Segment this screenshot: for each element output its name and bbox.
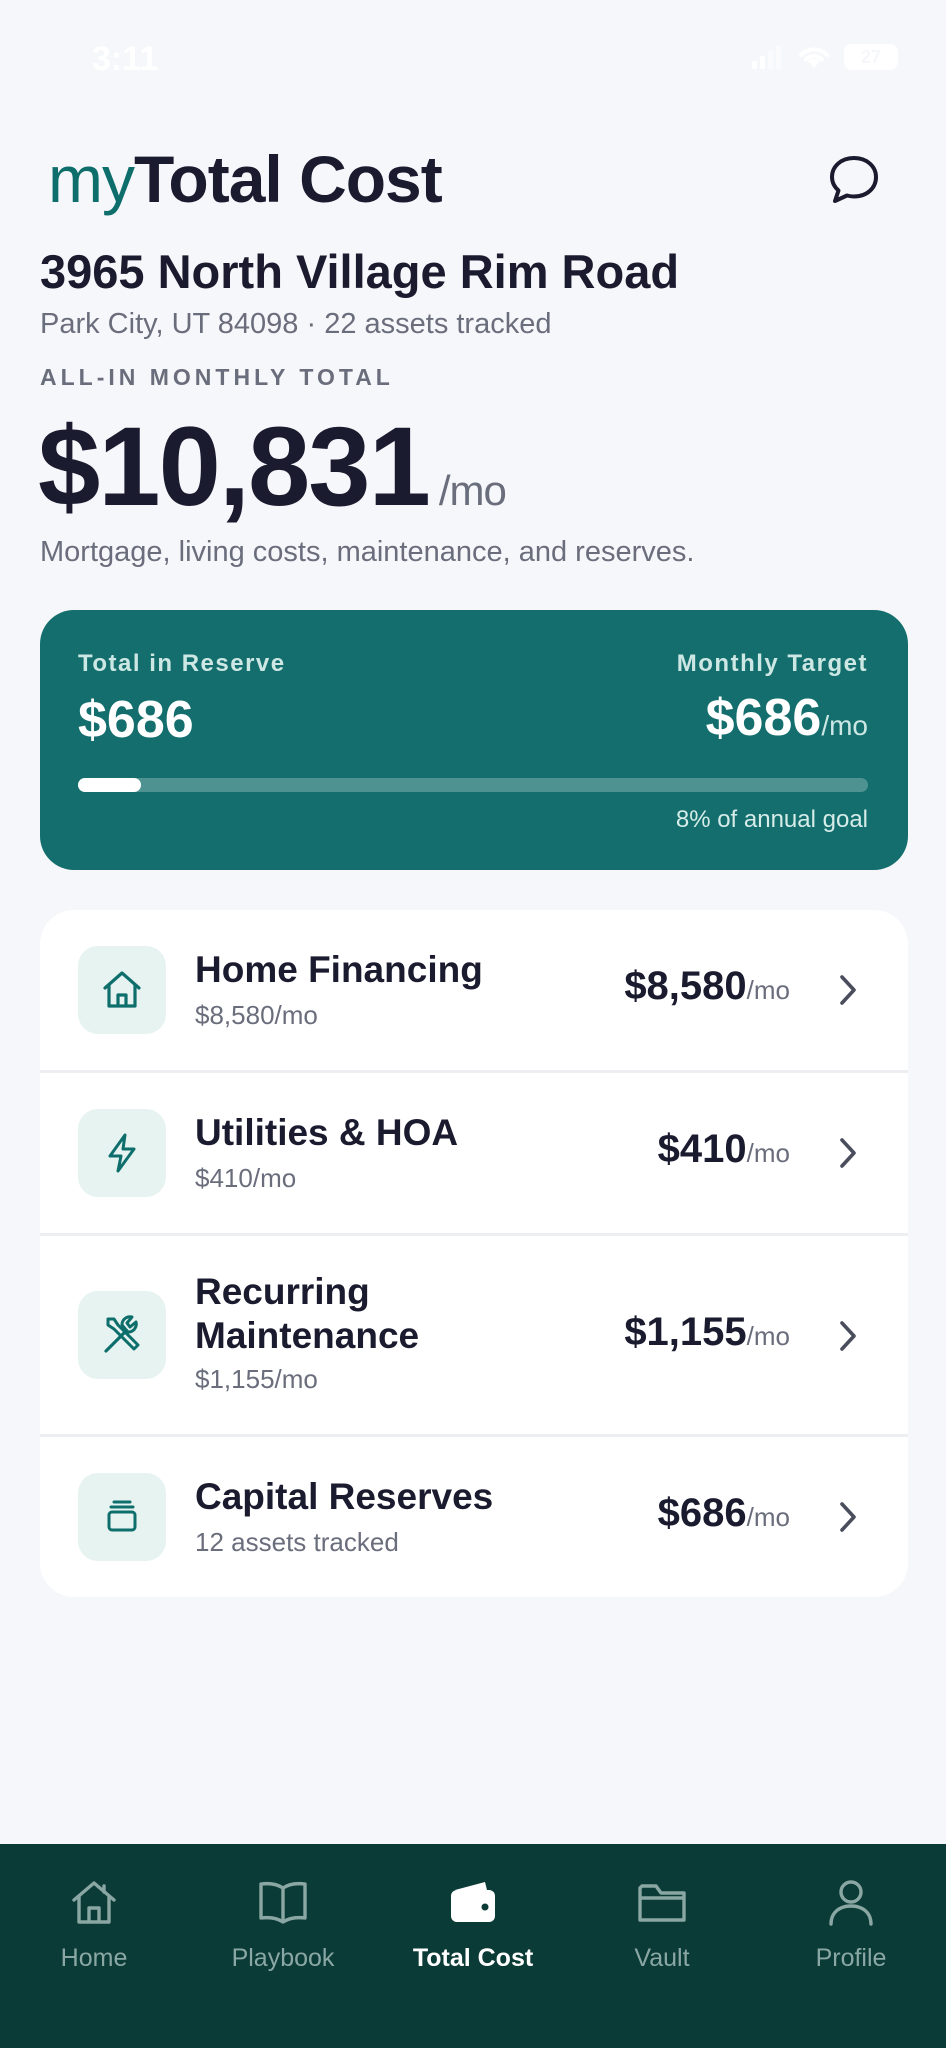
battery-icon: 27 <box>844 44 898 70</box>
battery-level: 27 <box>860 46 882 67</box>
row-subtitle: $1,155/mo <box>195 1364 318 1394</box>
signal-icon <box>752 46 781 69</box>
monthly-target-unit: /mo <box>821 710 868 741</box>
status-time: 3:11 <box>92 40 159 78</box>
chevron-right-icon <box>840 1502 856 1532</box>
row-title: Utilities & HOA <box>195 1112 459 1153</box>
wifi-icon <box>799 47 829 68</box>
person-icon <box>829 1880 873 1926</box>
row-amount: $1,155 /mo <box>624 1310 790 1355</box>
monthly-total-label: ALL-IN MONTHLY TOTAL <box>40 364 394 390</box>
tools-icon <box>78 1291 166 1379</box>
brand-prefix: my <box>48 142 135 216</box>
tab-vault[interactable]: Vault <box>572 1874 752 1973</box>
row-amount-unit: /mo <box>746 1321 790 1351</box>
property-location: Park City, UT 84098 · 22 assets tracked <box>40 308 552 340</box>
tab-label: Profile <box>815 1944 887 1972</box>
tab-label: Total Cost <box>412 1944 534 1972</box>
chevron-right-icon <box>840 1321 856 1351</box>
row-amount-value: $8,580 <box>624 964 747 1008</box>
tab-label: Playbook <box>231 1944 335 1972</box>
row-title-line2: Maintenance <box>195 1315 420 1356</box>
brand-name: Total Cost <box>133 142 443 216</box>
row-subtitle: $8,580/mo <box>195 1000 318 1030</box>
row-title: Recurring Maintenance <box>195 1270 419 1358</box>
row-amount-unit: /mo <box>746 1138 790 1168</box>
bottom-tab-bar: Home Playbook Total Cost Vault Profile <box>0 1844 946 2048</box>
tab-total-cost[interactable]: Total Cost <box>383 1874 563 1973</box>
row-title: Capital Reserves <box>195 1476 494 1517</box>
chat-bubble-icon[interactable] <box>826 152 882 208</box>
row-amount: $8,580 /mo <box>624 964 790 1009</box>
stack-icon <box>78 1473 166 1561</box>
monthly-total-amount: $10,831 /mo <box>38 402 507 531</box>
tab-profile[interactable]: Profile <box>761 1874 941 1973</box>
row-amount-value: $410 <box>657 1127 747 1171</box>
tab-label: Vault <box>634 1944 690 1972</box>
reserve-card[interactable]: Total in Reserve $686 Monthly Target $68… <box>40 610 908 870</box>
row-subtitle: 12 assets tracked <box>195 1527 399 1557</box>
row-amount-value: $1,155 <box>624 1310 747 1354</box>
cost-row-capital-reserves[interactable]: Capital Reserves 12 assets tracked $686 … <box>40 1437 908 1597</box>
lightning-icon <box>78 1109 166 1197</box>
cost-row-utilities-hoa[interactable]: Utilities & HOA $410/mo $410 /mo <box>40 1073 908 1236</box>
folder-icon <box>638 1884 686 1922</box>
row-title-line1: Recurring <box>195 1271 370 1312</box>
reserve-progress-bar <box>78 778 868 792</box>
row-amount-unit: /mo <box>746 975 790 1005</box>
house-icon <box>78 946 166 1034</box>
monthly-target-value: $686 <box>705 689 822 747</box>
cost-category-list: Home Financing $8,580/mo $8,580 /mo Util… <box>40 910 908 1597</box>
reserve-progress-caption: 8% of annual goal <box>675 806 868 833</box>
home-icon <box>72 1881 116 1924</box>
row-amount-value: $686 <box>657 1491 747 1535</box>
cost-row-home-financing[interactable]: Home Financing $8,580/mo $8,580 /mo <box>40 910 908 1073</box>
reserve-total-value: $686 <box>78 691 194 749</box>
wallet-icon <box>451 1882 495 1922</box>
monthly-target-amount: $686 /mo <box>706 688 868 748</box>
monthly-total-value: $10,831 <box>38 404 431 529</box>
tab-home[interactable]: Home <box>4 1874 184 1973</box>
brand-logo: myTotal Cost <box>48 134 898 224</box>
row-amount: $686 /mo <box>658 1491 790 1536</box>
app-header: myTotal Cost <box>48 134 898 224</box>
monthly-total-description: Mortgage, living costs, maintenance, and… <box>40 536 695 568</box>
property-address: 3965 North Village Rim Road <box>40 245 680 298</box>
monthly-total-unit: /mo <box>438 467 507 514</box>
book-icon <box>259 1881 307 1924</box>
tab-label: Home <box>60 1944 128 1972</box>
cost-row-recurring-maintenance[interactable]: Recurring Maintenance $1,155/mo $1,155 /… <box>40 1236 908 1437</box>
chevron-right-icon <box>840 1138 856 1168</box>
row-title: Home Financing <box>195 949 483 990</box>
monthly-target-label: Monthly Target <box>676 650 868 677</box>
status-bar: 3:11 27 <box>0 0 946 120</box>
row-amount: $410 /mo <box>658 1127 790 1172</box>
row-subtitle: $410/mo <box>195 1163 297 1193</box>
chevron-right-icon <box>840 975 856 1005</box>
reserve-progress-fill <box>78 778 142 792</box>
reserve-total-label: Total in Reserve <box>78 650 286 677</box>
row-amount-unit: /mo <box>746 1502 790 1532</box>
tab-playbook[interactable]: Playbook <box>193 1874 373 1973</box>
status-icons: 27 <box>750 44 898 70</box>
